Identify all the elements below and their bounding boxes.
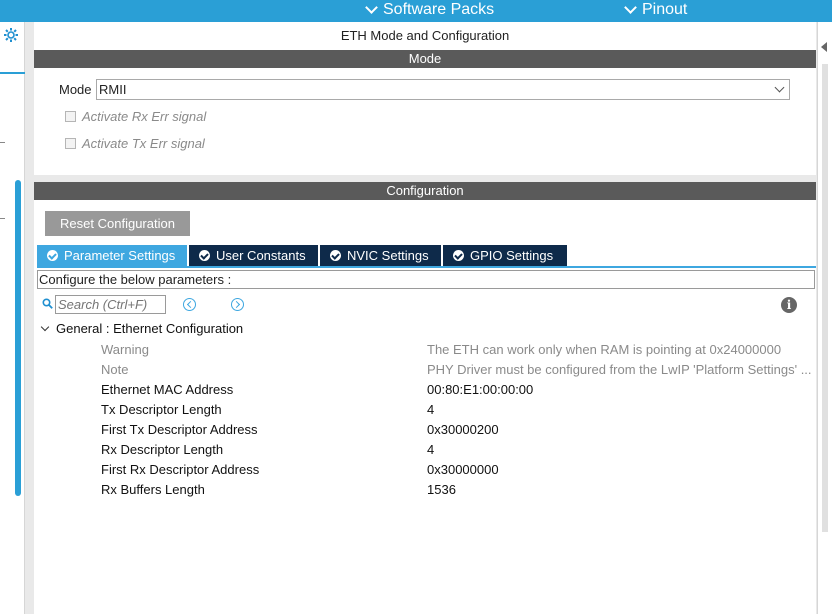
param-name: Warning: [101, 342, 149, 357]
mode-panel: ETH Mode and Configuration Mode Mode RMI…: [34, 22, 816, 175]
configuration-section-header: Configuration: [34, 182, 816, 200]
tx-err-row[interactable]: Activate Tx Err signal: [65, 136, 205, 151]
configuration-panel: Configuration Reset Configuration Parame…: [34, 182, 816, 614]
group-title: General : Ethernet Configuration: [56, 321, 244, 336]
tab-nvic-settings[interactable]: NVIC Settings: [320, 245, 441, 266]
chevron-down-icon: [40, 322, 50, 332]
mode-section-header: Mode: [34, 50, 816, 68]
chevron-down-icon: [624, 0, 637, 14]
tab-user-constants[interactable]: User Constants: [189, 245, 318, 266]
mode-select[interactable]: RMII: [96, 79, 790, 100]
tab-label: GPIO Settings: [470, 248, 554, 263]
software-packs-label: Software Packs: [383, 1, 495, 18]
param-row-mac-address[interactable]: Ethernet MAC Address 00:80:E1:00:00:00: [34, 380, 816, 400]
info-icon[interactable]: i: [781, 297, 797, 313]
main-area: ETH Mode and Configuration Mode Mode RMI…: [25, 22, 832, 614]
pinout-label: Pinout: [642, 1, 688, 18]
param-row-rx-buffers-length[interactable]: Rx Buffers Length 1536: [34, 480, 816, 500]
check-circle-icon: [199, 250, 210, 261]
param-name: Tx Descriptor Length: [101, 402, 222, 417]
chevron-left-icon[interactable]: [821, 42, 827, 52]
top-menu-bar: Software Packs Pinout: [0, 0, 832, 22]
software-packs-menu[interactable]: Software Packs: [365, 0, 495, 20]
check-circle-icon: [453, 250, 464, 261]
tab-gpio-settings[interactable]: GPIO Settings: [443, 245, 567, 266]
tab-label: User Constants: [216, 248, 306, 263]
param-name: Rx Buffers Length: [101, 482, 205, 497]
param-value[interactable]: 0x30000000: [427, 460, 812, 480]
param-row-warning[interactable]: Warning The ETH can work only when RAM i…: [34, 340, 816, 360]
mode-value: RMII: [99, 82, 127, 97]
right-scrollbar[interactable]: [817, 22, 832, 614]
parameter-list: Warning The ETH can work only when RAM i…: [34, 340, 816, 500]
sidebar-divider: [0, 72, 25, 74]
param-name: First Rx Descriptor Address: [101, 462, 260, 477]
chevron-down-icon: [774, 82, 785, 93]
general-group-header[interactable]: General : Ethernet Configuration: [40, 321, 244, 336]
param-row-tx-descriptor-length[interactable]: Tx Descriptor Length 4: [34, 400, 816, 420]
sidebar-scrollbar[interactable]: [15, 180, 21, 496]
search-icon: [42, 298, 53, 309]
tab-parameter-settings[interactable]: Parameter Settings: [37, 245, 187, 266]
search-prev-icon[interactable]: [183, 298, 196, 311]
page-title: ETH Mode and Configuration: [340, 28, 510, 43]
param-row-rx-descriptor-length[interactable]: Rx Descriptor Length 4: [34, 440, 816, 460]
check-circle-icon: [330, 250, 341, 261]
reset-configuration-button[interactable]: Reset Configuration: [45, 211, 190, 236]
gear-icon[interactable]: [3, 27, 19, 43]
rx-err-checkbox[interactable]: [65, 111, 76, 122]
param-value[interactable]: 4: [427, 440, 812, 460]
param-value[interactable]: 0x30000200: [427, 420, 812, 440]
param-name: First Tx Descriptor Address: [101, 422, 258, 437]
check-circle-icon: [47, 250, 58, 261]
param-value: The ETH can work only when RAM is pointi…: [427, 342, 782, 357]
configure-hint: Configure the below parameters :: [37, 270, 815, 289]
tx-err-checkbox[interactable]: [65, 138, 76, 149]
tab-label: Parameter Settings: [64, 248, 176, 263]
chevron-down-icon: [365, 0, 378, 14]
left-sidebar: [0, 22, 25, 614]
sidebar-tick: [0, 142, 5, 143]
param-value[interactable]: 00:80:E1:00:00:00: [427, 380, 812, 400]
rx-err-row[interactable]: Activate Rx Err signal: [65, 109, 206, 124]
param-value: PHY Driver must be configured from the L…: [427, 362, 812, 377]
pinout-menu[interactable]: Pinout: [624, 0, 688, 20]
rx-err-label: Activate Rx Err signal: [82, 109, 207, 124]
param-name: Rx Descriptor Length: [101, 442, 224, 457]
sidebar-tick: [0, 218, 5, 219]
param-row-first-tx-descriptor-address[interactable]: First Tx Descriptor Address 0x30000200: [34, 420, 816, 440]
param-row-first-rx-descriptor-address[interactable]: First Rx Descriptor Address 0x30000000: [34, 460, 816, 480]
param-value[interactable]: 1536: [427, 480, 812, 500]
mode-label: Mode: [59, 82, 92, 97]
param-value[interactable]: 4: [427, 400, 812, 420]
param-name: Note: [101, 362, 129, 377]
tx-err-label: Activate Tx Err signal: [82, 136, 205, 151]
app-root: Software Packs Pinout ETH Mode and Confi…: [0, 0, 832, 614]
search-input[interactable]: [55, 295, 166, 314]
search-next-icon[interactable]: [231, 298, 244, 311]
tab-label: NVIC Settings: [347, 248, 429, 263]
param-row-note[interactable]: Note PHY Driver must be configured from …: [34, 360, 816, 380]
tab-underline: [37, 266, 816, 268]
scrollbar-thumb[interactable]: [822, 64, 828, 532]
config-tabs: Parameter Settings User Constants NVIC S…: [37, 245, 569, 266]
param-name: Ethernet MAC Address: [101, 382, 234, 397]
